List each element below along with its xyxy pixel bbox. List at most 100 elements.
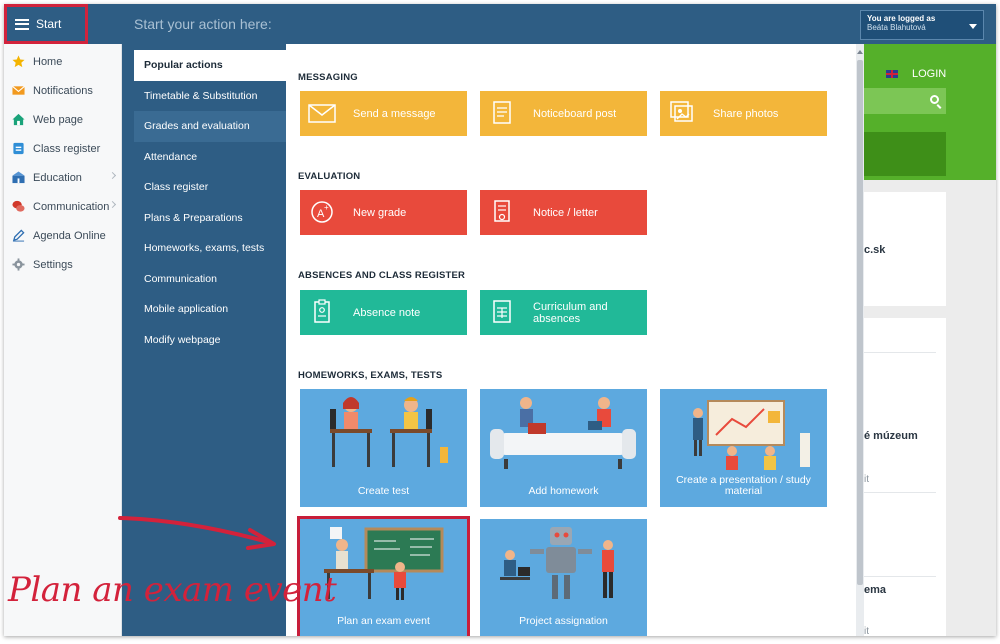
curriculum-absences-tile[interactable]: Curriculum and absences bbox=[480, 290, 647, 335]
add-homework-tile[interactable]: Add homework bbox=[480, 389, 647, 507]
noticeboard-post-tile[interactable]: Noticeboard post bbox=[480, 91, 647, 136]
webpage-header-band bbox=[864, 132, 946, 176]
house-icon bbox=[12, 113, 25, 126]
menu-item-communication[interactable]: Communication bbox=[122, 264, 286, 295]
start-label: Start bbox=[36, 17, 62, 31]
hamburger-icon bbox=[15, 18, 29, 30]
annotation-label: Plan an exam event bbox=[8, 570, 337, 610]
document-icon bbox=[493, 101, 511, 124]
webpage-card: c.sk bbox=[864, 192, 946, 306]
robot-project-illustration bbox=[500, 527, 614, 599]
tile-label: Absence note bbox=[353, 306, 421, 319]
tile-label: Plan an exam event bbox=[337, 615, 430, 627]
clipboard-icon bbox=[314, 299, 330, 323]
webpage-text-fragment: c.sk bbox=[864, 244, 886, 256]
create-presentation-tile[interactable]: Create a presentation / study material bbox=[660, 389, 827, 507]
chat-icon bbox=[12, 200, 25, 212]
sidebar-item-label: Class register bbox=[33, 142, 101, 155]
project-assignation-tile[interactable]: Project assignation bbox=[480, 519, 647, 636]
user-dropdown[interactable]: You are logged as Beáta Blahutová bbox=[860, 10, 984, 40]
chevron-right-icon bbox=[108, 200, 117, 209]
tile-label: New grade bbox=[353, 206, 407, 219]
menu-item-timetable[interactable]: Timetable & Substitution bbox=[122, 81, 286, 112]
absence-note-tile[interactable]: Absence note bbox=[300, 290, 467, 335]
chevron-right-icon bbox=[108, 171, 117, 180]
sidebar-item-label: Settings bbox=[33, 258, 73, 271]
tile-label: Noticeboard post bbox=[533, 107, 617, 120]
notice-letter-tile[interactable]: Notice / letter bbox=[480, 190, 647, 235]
sidebar-item-web-page[interactable]: Web page bbox=[4, 105, 121, 134]
tile-label: Notice / letter bbox=[533, 206, 598, 219]
tile-label: Create a presentation / study material bbox=[676, 474, 811, 497]
tile-label: Project assignation bbox=[519, 615, 608, 627]
search-icon bbox=[930, 95, 939, 104]
menu-item-class-register[interactable]: Class register bbox=[122, 172, 286, 203]
webpage-text-fragment: it bbox=[864, 626, 869, 636]
menu-item-homeworks[interactable]: Homeworks, exams, tests bbox=[122, 233, 286, 264]
menu-item-mobile-app[interactable]: Mobile application bbox=[122, 294, 286, 325]
section-title-evaluation: EVALUATION bbox=[298, 171, 361, 182]
menu-item-popular-actions[interactable]: Popular actions bbox=[134, 50, 286, 81]
grade-icon: A+ bbox=[311, 201, 333, 223]
table-document-icon bbox=[493, 300, 511, 323]
register-icon bbox=[13, 142, 24, 155]
sidebar-item-education[interactable]: Education bbox=[4, 163, 121, 192]
divider bbox=[864, 492, 936, 493]
new-grade-tile[interactable]: A + New grade bbox=[300, 190, 467, 235]
share-photos-tile[interactable]: Share photos bbox=[660, 91, 827, 136]
presentation-illustration bbox=[693, 400, 810, 470]
sidebar-item-label: Communication bbox=[33, 200, 110, 213]
user-name: Beáta Blahutová bbox=[867, 23, 926, 32]
sidebar-item-notifications[interactable]: Notifications bbox=[4, 76, 121, 105]
sidebar-item-agenda-online[interactable]: Agenda Online bbox=[4, 221, 121, 250]
annotation-arrow-icon bbox=[118, 516, 276, 550]
action-search-input[interactable] bbox=[122, 4, 858, 44]
top-bar: Start You are logged as Beáta Blahutová bbox=[4, 4, 996, 44]
divider bbox=[864, 576, 936, 577]
gear-icon bbox=[12, 258, 25, 271]
tile-label: Share photos bbox=[713, 107, 779, 120]
user-status-label: You are logged as bbox=[867, 14, 936, 23]
section-title-homeworks: HOMEWORKS, EXAMS, TESTS bbox=[298, 370, 443, 381]
webpage-card: é múzeum it ema it bbox=[864, 318, 946, 636]
login-link[interactable]: LOGIN bbox=[912, 68, 946, 80]
star-icon bbox=[12, 55, 25, 68]
webpage-header: LOGIN bbox=[864, 44, 996, 180]
sidebar-item-class-register[interactable]: Class register bbox=[4, 134, 121, 163]
tile-label: Curriculum and absences bbox=[533, 300, 608, 325]
background-webpage: LOGIN c.sk é múzeum it ema it bbox=[864, 44, 996, 636]
webpage-text-fragment: it bbox=[864, 474, 869, 485]
menu-item-grades[interactable]: Grades and evaluation bbox=[134, 111, 286, 142]
photos-icon bbox=[670, 101, 693, 122]
webpage-text-fragment: ema bbox=[864, 584, 887, 596]
students-desks-illustration bbox=[330, 397, 448, 467]
chevron-down-icon bbox=[969, 24, 977, 29]
sidebar-item-label: Education bbox=[33, 171, 82, 184]
education-icon bbox=[12, 171, 25, 184]
sidebar-item-home[interactable]: Home bbox=[4, 47, 121, 76]
sidebar-item-settings[interactable]: Settings bbox=[4, 250, 121, 279]
webpage-text-fragment: é múzeum bbox=[864, 430, 918, 442]
certificate-icon bbox=[494, 200, 510, 222]
tile-label: Create test bbox=[357, 485, 410, 497]
sidebar-item-communication[interactable]: Communication bbox=[4, 192, 121, 221]
webpage-search-field[interactable] bbox=[864, 88, 946, 114]
envelope-icon bbox=[12, 85, 25, 95]
panel-scrollbar[interactable] bbox=[856, 44, 864, 636]
create-test-tile[interactable]: Create test bbox=[300, 389, 467, 507]
actions-panel: MESSAGING Send a message Noticeboard pos… bbox=[286, 44, 856, 636]
pen-icon bbox=[12, 229, 25, 242]
start-menu-button[interactable]: Start bbox=[4, 4, 88, 44]
sidebar-item-label: Agenda Online bbox=[33, 229, 106, 242]
flag-uk-icon[interactable] bbox=[886, 70, 898, 78]
envelope-icon bbox=[308, 104, 336, 123]
menu-item-modify-webpage[interactable]: Modify webpage bbox=[122, 325, 286, 356]
sidebar-item-label: Web page bbox=[33, 113, 83, 126]
menu-item-plans[interactable]: Plans & Preparations bbox=[122, 203, 286, 234]
scroll-up-arrow-icon[interactable] bbox=[857, 50, 863, 54]
menu-item-attendance[interactable]: Attendance bbox=[122, 142, 286, 173]
send-message-tile[interactable]: Send a message bbox=[300, 91, 467, 136]
sidebar-item-label: Home bbox=[33, 55, 63, 68]
scrollbar-thumb[interactable] bbox=[857, 60, 863, 585]
tile-label: Add homework bbox=[528, 485, 599, 497]
